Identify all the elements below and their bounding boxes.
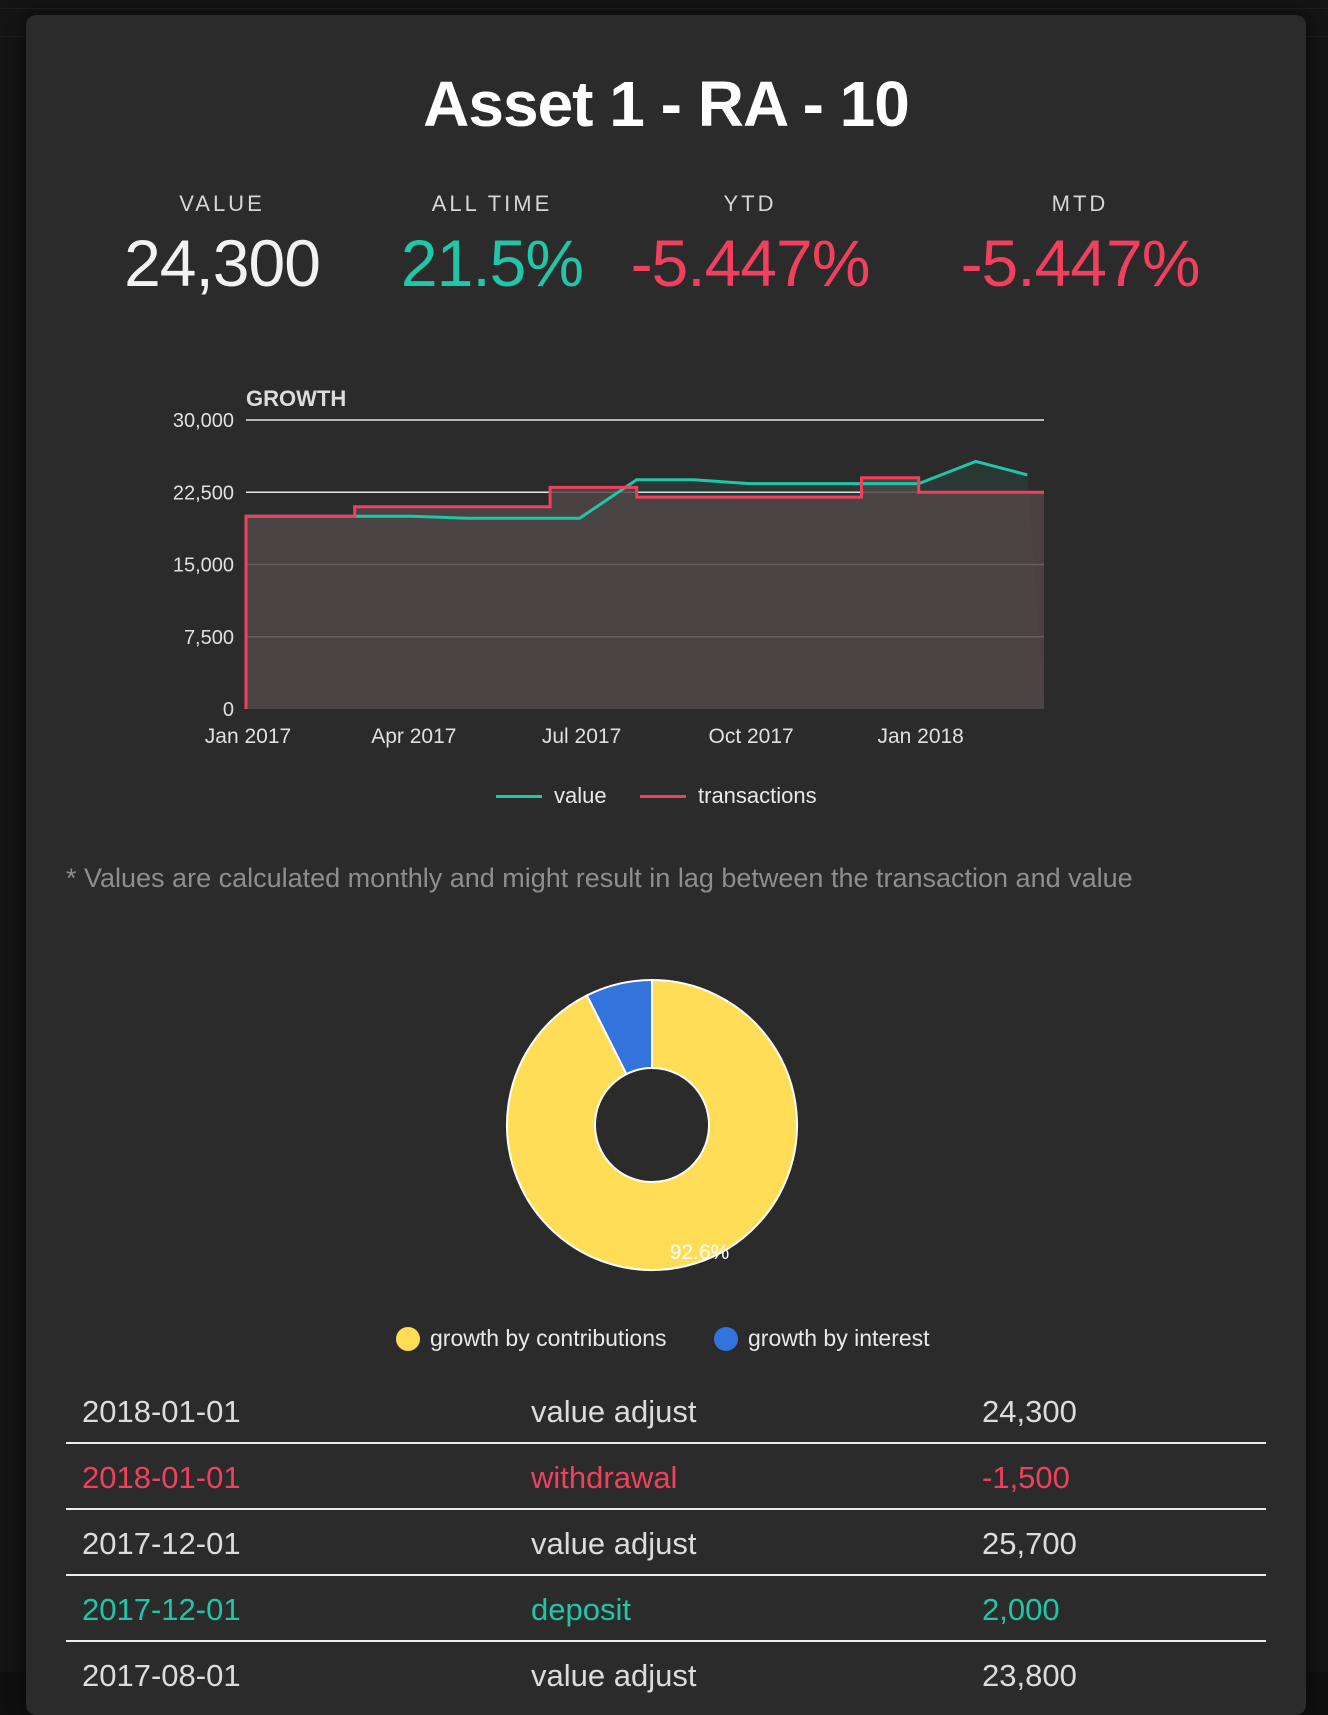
stat-label: MTD bbox=[1051, 191, 1109, 216]
x-tick-label: Jan 2017 bbox=[205, 725, 291, 748]
legend-label: value bbox=[554, 783, 607, 808]
chart-title: GROWTH bbox=[246, 386, 346, 411]
tx-type: deposit bbox=[531, 1592, 631, 1627]
calculation-note: * Values are calculated monthly and migh… bbox=[66, 863, 1133, 893]
y-tick-label: 22,500 bbox=[173, 482, 234, 504]
legend-item-value[interactable]: value bbox=[496, 783, 607, 809]
table-row[interactable]: 2017-12-01 deposit 2,000 bbox=[66, 1576, 1266, 1642]
tx-type: withdrawal bbox=[531, 1460, 678, 1495]
table-row[interactable]: 2017-08-01 value adjust 23,800 bbox=[66, 1642, 1266, 1706]
transactions-table: 2018-01-01 value adjust 24,300 2018-01-0… bbox=[66, 1378, 1266, 1706]
tx-amount: 24,300 bbox=[982, 1394, 1077, 1429]
donut-chart-svg: 92.6% bbox=[506, 978, 798, 1271]
growth-chart-svg: GROWTH 30,000 22,500 15,000 7,500 0 Jan 2017… bbox=[173, 386, 1045, 748]
stat-number: -5.447% bbox=[630, 226, 871, 300]
growth-chart: GROWTH 30,000 22,500 15,000 7,500 0 Jan 2017… bbox=[26, 375, 1306, 820]
table-row[interactable]: 2017-12-01 value adjust 25,700 bbox=[66, 1510, 1266, 1576]
asset-detail-modal: Asset 1 - RA - 10 VALUE 24,300 ALL TIME … bbox=[26, 15, 1306, 1715]
stat-ytd: YTD -5.447% bbox=[600, 191, 900, 301]
legend-line-icon bbox=[640, 794, 686, 798]
legend-line-icon bbox=[496, 794, 542, 798]
tx-date: 2017-12-01 bbox=[82, 1592, 241, 1627]
legend-dot-icon bbox=[714, 1326, 738, 1351]
x-tick-label: Oct 2017 bbox=[709, 725, 794, 748]
legend-item-interest[interactable]: growth by interest bbox=[714, 1325, 930, 1352]
y-axis-ticks: 30,000 22,500 15,000 7,500 0 bbox=[173, 410, 234, 721]
stat-number: 24,300 bbox=[124, 226, 321, 300]
tx-date: 2018-01-01 bbox=[82, 1394, 241, 1429]
table-row[interactable]: 2018-01-01 value adjust 24,300 bbox=[66, 1378, 1266, 1444]
y-tick-label: 7,500 bbox=[184, 627, 234, 649]
y-tick-label: 0 bbox=[223, 699, 234, 721]
tx-type: value adjust bbox=[531, 1526, 697, 1561]
tx-type: value adjust bbox=[531, 1658, 697, 1693]
stat-all-time: ALL TIME 21.5% bbox=[342, 191, 642, 301]
legend-item-transactions[interactable]: transactions bbox=[640, 783, 817, 809]
stat-value: VALUE 24,300 bbox=[72, 191, 372, 301]
tx-date: 2017-12-01 bbox=[82, 1526, 241, 1561]
tx-amount: 2,000 bbox=[982, 1592, 1060, 1627]
stat-label: VALUE bbox=[179, 191, 265, 216]
tx-amount: 23,800 bbox=[982, 1658, 1077, 1693]
legend-dot-icon bbox=[396, 1326, 420, 1351]
legend-item-contributions[interactable]: growth by contributions bbox=[396, 1325, 667, 1352]
tx-amount: 25,700 bbox=[982, 1526, 1077, 1561]
x-tick-label: Apr 2017 bbox=[371, 725, 456, 748]
tx-type: value adjust bbox=[531, 1394, 697, 1429]
tx-amount: -1,500 bbox=[982, 1460, 1070, 1495]
backdrop-divider bbox=[0, 8, 1328, 9]
stat-number: 21.5% bbox=[400, 226, 584, 300]
tx-date: 2017-08-01 bbox=[82, 1658, 241, 1693]
growth-breakdown-chart: 92.6% bbox=[486, 975, 846, 1320]
tx-date: 2018-01-01 bbox=[82, 1460, 241, 1495]
legend-label: transactions bbox=[698, 783, 817, 808]
x-axis-ticks: Jan 2017 Apr 2017 Jul 2017 Oct 2017 Jan 2018 bbox=[205, 725, 964, 748]
x-tick-label: Jan 2018 bbox=[877, 725, 963, 748]
stat-label: ALL TIME bbox=[431, 191, 553, 216]
chart-series bbox=[244, 459, 1045, 709]
transactions-area bbox=[246, 477, 1044, 709]
x-tick-label: Jul 2017 bbox=[542, 725, 621, 748]
stat-label: YTD bbox=[723, 191, 777, 216]
modal-title: Asset 1 - RA - 10 bbox=[423, 68, 910, 140]
legend-label: growth by contributions bbox=[430, 1325, 667, 1351]
stat-number: -5.447% bbox=[960, 226, 1201, 300]
legend-label: growth by interest bbox=[748, 1325, 930, 1351]
y-tick-label: 30,000 bbox=[173, 410, 234, 432]
y-tick-label: 15,000 bbox=[173, 555, 234, 577]
pie-slice-label: 92.6% bbox=[670, 1241, 730, 1264]
stat-mtd: MTD -5.447% bbox=[930, 191, 1230, 301]
table-row[interactable]: 2018-01-01 withdrawal -1,500 bbox=[66, 1444, 1266, 1510]
